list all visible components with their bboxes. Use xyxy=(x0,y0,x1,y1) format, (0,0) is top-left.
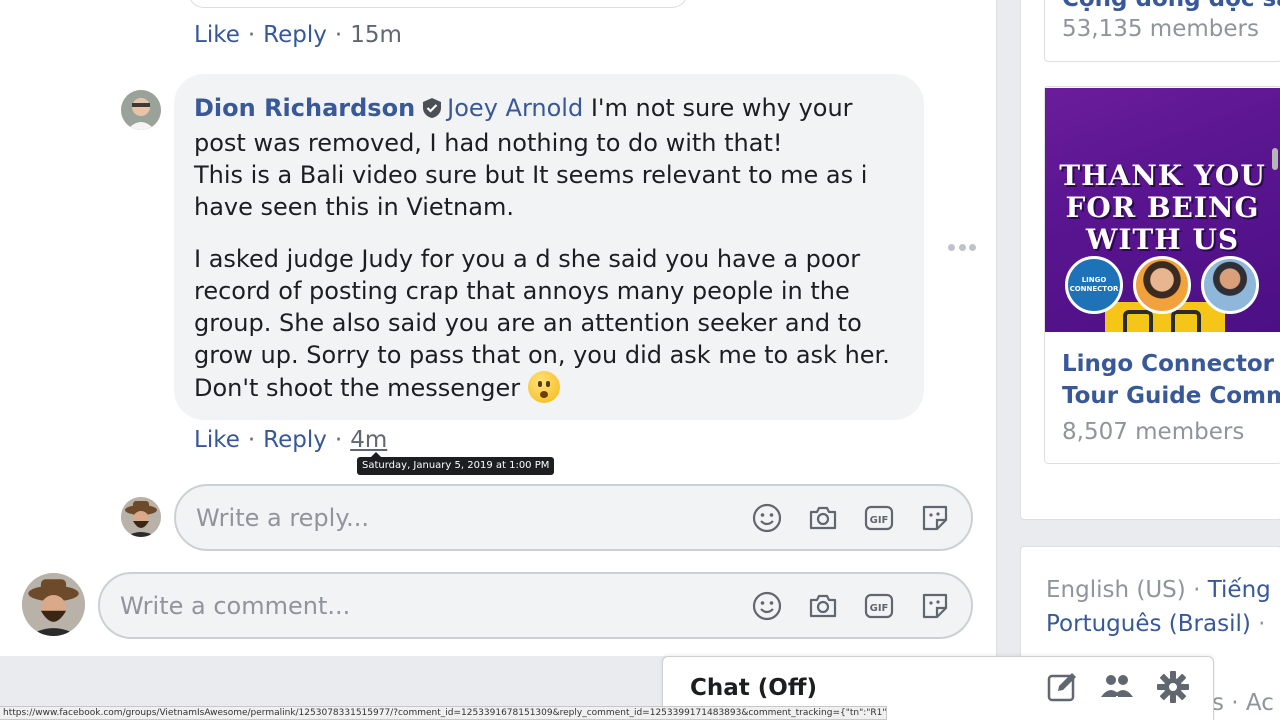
avatar xyxy=(121,497,161,537)
like-link[interactable]: Like xyxy=(194,22,240,48)
like-link[interactable]: Like xyxy=(194,427,240,453)
group-member-count: 53,135 members xyxy=(1062,16,1259,42)
cover-photo xyxy=(1133,256,1191,314)
separator: · xyxy=(247,22,256,48)
comment-input[interactable]: Write a comment... xyxy=(120,592,350,620)
avatar[interactable] xyxy=(121,90,161,130)
group-name-link[interactable]: Cộng đồng độc sắ xyxy=(1062,0,1280,12)
smiley-icon[interactable] xyxy=(751,590,783,622)
mention-link[interactable]: Joey Arnold xyxy=(447,94,583,122)
timestamp-tooltip: Saturday, January 5, 2019 at 1:00 PM xyxy=(357,452,555,475)
cover-photo xyxy=(1201,256,1259,314)
reply-composer[interactable]: Write a reply... GIF xyxy=(174,484,973,551)
svg-text:GIF: GIF xyxy=(870,515,889,526)
status-url: https://www.facebook.com/groups/VietnamI… xyxy=(0,706,887,720)
group-name-link[interactable]: Lingo Connector - xyxy=(1062,351,1280,377)
group-cover-image[interactable]: THANK YOU FOR BEING WITH US LINGO CONNEC… xyxy=(1045,88,1280,332)
camera-icon[interactable] xyxy=(807,590,839,622)
comment-composer[interactable]: Write a comment... GIF xyxy=(98,572,973,639)
previous-comment-actions: Like · Reply · 15m xyxy=(194,22,402,48)
comments-panel: Like · Reply · 15m Dion Richardson Joey A… xyxy=(0,0,997,656)
avatar xyxy=(22,573,85,636)
svg-text:GIF: GIF xyxy=(870,603,889,614)
comment-text-paragraph-1: Dion Richardson Joey Arnold I'm not sure … xyxy=(194,92,904,223)
more-options-icon[interactable] xyxy=(948,240,976,254)
gif-icon[interactable]: GIF xyxy=(863,502,895,534)
reply-input[interactable]: Write a reply... xyxy=(196,504,369,532)
comment-text-paragraph-2: I asked judge Judy for you a d she said … xyxy=(194,243,904,404)
verified-badge-icon xyxy=(421,95,443,127)
camera-icon[interactable] xyxy=(807,502,839,534)
compose-icon[interactable] xyxy=(1044,669,1080,705)
language-list: English (US) · Tiếng xyxy=(1046,577,1271,603)
language-link[interactable]: Português (Brasil) xyxy=(1046,611,1251,637)
group-icon[interactable] xyxy=(1099,669,1135,705)
comment-author[interactable]: Dion Richardson xyxy=(194,94,415,122)
gear-icon[interactable] xyxy=(1155,669,1191,705)
footer-links: s · Ac xyxy=(1212,690,1274,716)
separator: · xyxy=(334,427,343,453)
group-member-count: 8,507 members xyxy=(1062,419,1245,445)
smiley-icon[interactable] xyxy=(751,502,783,534)
comment-actions: Like · Reply · 4m xyxy=(194,427,387,453)
comment-timestamp[interactable]: 15m xyxy=(350,22,402,48)
language-list: Português (Brasil) · xyxy=(1046,611,1266,637)
separator: · xyxy=(334,22,343,48)
previous-comment-image[interactable] xyxy=(188,0,688,8)
sticker-icon[interactable] xyxy=(919,590,951,622)
group-name-link[interactable]: Tour Guide Commu xyxy=(1062,383,1280,409)
sticker-icon[interactable] xyxy=(919,502,951,534)
reply-link[interactable]: Reply xyxy=(263,22,327,48)
comment-text: This is a Bali video sure but It seems r… xyxy=(194,161,868,221)
comment-bubble: Dion Richardson Joey Arnold I'm not sure … xyxy=(174,74,924,420)
scrollbar[interactable] xyxy=(1272,148,1278,170)
reply-link[interactable]: Reply xyxy=(263,427,327,453)
language-link[interactable]: Tiếng xyxy=(1208,577,1271,603)
hushed-face-emoji-icon xyxy=(527,371,560,403)
gif-icon[interactable]: GIF xyxy=(863,590,895,622)
language-link[interactable]: English (US) xyxy=(1046,577,1186,603)
cover-headline: THANK YOU FOR BEING WITH US xyxy=(1059,159,1266,256)
separator: · xyxy=(247,427,256,453)
comment-timestamp[interactable]: 4m xyxy=(350,427,387,453)
lingo-connector-logo: LINGO CONNECTOR xyxy=(1065,256,1123,314)
chat-title[interactable]: Chat (Off) xyxy=(690,675,817,701)
